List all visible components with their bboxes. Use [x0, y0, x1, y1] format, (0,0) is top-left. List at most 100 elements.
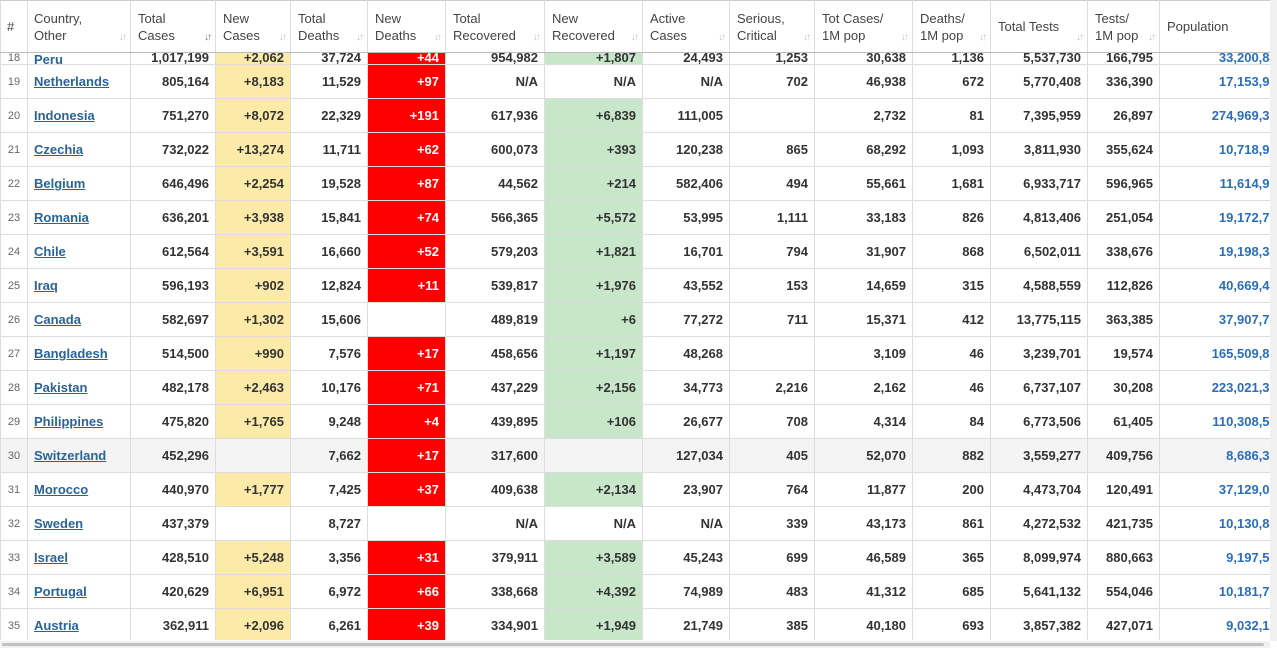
cell-value: N/A: [700, 516, 723, 531]
sort-arrows-icon[interactable]: ↓↑: [204, 33, 212, 43]
sort-arrows-icon[interactable]: ↓↑: [1148, 33, 1156, 43]
country-link[interactable]: Peru: [34, 54, 63, 64]
cell-value: 19: [7, 75, 21, 88]
sort-arrows-icon[interactable]: ↓↑: [718, 33, 726, 43]
sort-arrows-icon[interactable]: ↓↑: [434, 33, 442, 43]
country-link[interactable]: Pakistan: [34, 380, 87, 395]
cell-country[interactable]: Netherlands: [27, 64, 131, 99]
cell-value: 9,197,590: [1226, 550, 1270, 565]
cell-country[interactable]: Romania: [27, 200, 131, 235]
cell-rank: 24: [0, 234, 28, 269]
cell-country[interactable]: Switzerland: [27, 438, 131, 473]
column-header-new-cases[interactable]: New Cases ↓↑: [215, 0, 291, 53]
column-header-new-deaths[interactable]: New Deaths ↓↑: [367, 0, 446, 53]
column-header-new-recovered[interactable]: New Recovered ↓↑: [544, 0, 643, 53]
cell-serious-critical: 2,216: [729, 370, 815, 405]
sort-arrows-icon[interactable]: ↓↑: [533, 33, 541, 43]
column-header-tests-1m[interactable]: Tests/ 1M pop ↓↑: [1087, 0, 1160, 53]
horizontal-scrollbar[interactable]: [0, 641, 1270, 648]
cell-country[interactable]: Iraq: [27, 268, 131, 303]
country-link[interactable]: Czechia: [34, 142, 83, 157]
cell-country[interactable]: Belgium: [27, 166, 131, 201]
covid-table: # Country, Other ↓↑ Total Cases ↓↑ New Cases ↓…: [0, 0, 1270, 640]
column-header-total-tests[interactable]: Total Tests ↓↑: [990, 0, 1088, 53]
cell-country[interactable]: Pakistan: [27, 370, 131, 405]
column-header-total-cases[interactable]: Total Cases ↓↑: [130, 0, 216, 53]
cell-value: +1,197: [595, 346, 636, 361]
vertical-scrollbar[interactable]: [1270, 0, 1277, 641]
country-link[interactable]: Bangladesh: [34, 346, 108, 361]
cell-country[interactable]: Bangladesh: [27, 336, 131, 371]
cell-deaths-1m: 84: [912, 404, 991, 439]
cell-value: 30,208: [1113, 380, 1153, 395]
cell-new-deaths: +87: [367, 166, 446, 201]
country-link[interactable]: Romania: [34, 210, 89, 225]
sort-arrows-icon[interactable]: ↓↑: [279, 33, 287, 43]
country-link[interactable]: Iraq: [34, 278, 58, 293]
sort-arrows-icon[interactable]: ↓↑: [1076, 33, 1084, 43]
cell-value: 165,509,889: [1211, 346, 1270, 361]
cell-value: 18: [7, 52, 21, 64]
column-header-label: Total Tests: [998, 19, 1060, 34]
cell-country[interactable]: Canada: [27, 302, 131, 337]
column-header-active-cases[interactable]: Active Cases ↓↑: [642, 0, 730, 53]
cell-country[interactable]: Austria: [27, 608, 131, 640]
cell-value: 711: [787, 312, 808, 327]
cell-tot-cases-1m: 68,292: [814, 132, 913, 167]
table-row: 23 Romania 636,201 +3,938 15,841 +74 566,365 +5…: [0, 200, 1270, 235]
cell-country[interactable]: Israel: [27, 540, 131, 575]
sort-arrows-icon[interactable]: ↓↑: [803, 33, 811, 43]
country-link[interactable]: Austria: [34, 618, 79, 633]
country-link[interactable]: Philippines: [34, 414, 103, 429]
country-link[interactable]: Belgium: [34, 176, 85, 191]
country-link[interactable]: Chile: [34, 244, 66, 259]
sort-arrows-icon[interactable]: ↓↑: [356, 33, 364, 43]
cell-country[interactable]: Morocco: [27, 472, 131, 507]
column-header-rank[interactable]: #: [0, 0, 28, 53]
cell-country[interactable]: Philippines: [27, 404, 131, 439]
cell-new-recovered: N/A: [544, 506, 643, 541]
horizontal-scroll-thumb[interactable]: [2, 643, 1264, 646]
cell-country[interactable]: Sweden: [27, 506, 131, 541]
column-header-serious-critical[interactable]: Serious, Critical ↓↑: [729, 0, 815, 53]
cell-value: 33,183: [866, 210, 906, 225]
cell-value: 14,659: [866, 278, 906, 293]
cell-total-cases: 452,296: [130, 438, 216, 473]
cell-value: 21,749: [683, 618, 723, 633]
table-row: 19 Netherlands 805,164 +8,183 11,529 +97 N/A N/…: [0, 64, 1270, 99]
column-header-total-recovered[interactable]: Total Recovered ↓↑: [445, 0, 545, 53]
sort-arrows-icon[interactable]: ↓↑: [901, 33, 909, 43]
country-link[interactable]: Portugal: [34, 584, 87, 599]
cell-value: 43,173: [866, 516, 906, 531]
cell-total-deaths: 15,841: [290, 200, 368, 235]
country-link[interactable]: Indonesia: [34, 108, 95, 123]
cell-value: 7,425: [328, 482, 361, 497]
cell-value: 732,022: [162, 142, 209, 157]
column-header-total-deaths[interactable]: Total Deaths ↓↑: [290, 0, 368, 53]
cell-value: 954,982: [491, 52, 538, 65]
country-link[interactable]: Netherlands: [34, 74, 109, 89]
cell-country[interactable]: Indonesia: [27, 98, 131, 133]
column-header-deaths-1m[interactable]: Deaths/ 1M pop ↓↑: [912, 0, 991, 53]
column-header-country[interactable]: Country, Other ↓↑: [27, 0, 131, 53]
country-link[interactable]: Sweden: [34, 516, 83, 531]
country-link[interactable]: Morocco: [34, 482, 88, 497]
cell-new-cases: +1,302: [215, 302, 291, 337]
sort-arrows-icon[interactable]: ↓↑: [119, 33, 127, 43]
cell-active-cases: 582,406: [642, 166, 730, 201]
country-link[interactable]: Canada: [34, 312, 81, 327]
country-link[interactable]: Israel: [34, 550, 68, 565]
cell-country[interactable]: Chile: [27, 234, 131, 269]
cell-deaths-1m: 315: [912, 268, 991, 303]
column-header-population[interactable]: Population↓↑: [1159, 0, 1270, 53]
cell-value: 6,972: [328, 584, 361, 599]
cell-country[interactable]: Portugal: [27, 574, 131, 609]
cell-value: 868: [962, 244, 984, 259]
cell-country[interactable]: Czechia: [27, 132, 131, 167]
country-link[interactable]: Switzerland: [34, 448, 106, 463]
cell-country[interactable]: Peru: [27, 52, 131, 65]
cell-value: 10,130,844: [1218, 516, 1270, 531]
sort-arrows-icon[interactable]: ↓↑: [631, 33, 639, 43]
column-header-tot-cases-1m[interactable]: Tot Cases/ 1M pop ↓↑: [814, 0, 913, 53]
sort-arrows-icon[interactable]: ↓↑: [979, 33, 987, 43]
